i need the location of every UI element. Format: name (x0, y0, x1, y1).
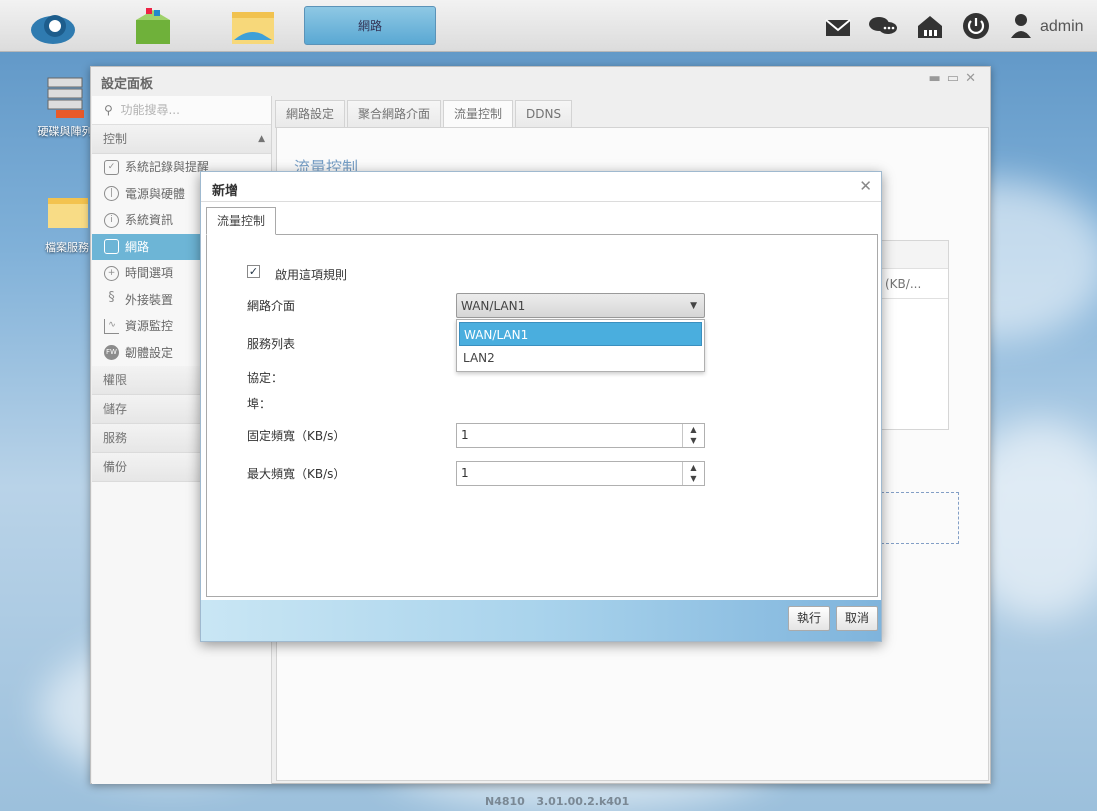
dialog-title-bar (201, 172, 881, 202)
chevron-up-icon[interactable]: ▲ (683, 424, 704, 435)
enable-rule-label: 啟用這項規則 (275, 268, 348, 282)
mail-icon[interactable] (824, 12, 852, 40)
storage-icon (47, 77, 84, 118)
firmware-version: N4810 3.01.00.2.k401 (485, 795, 629, 808)
fixed-bandwidth-label: 固定頻寬（KB/s） (247, 429, 346, 443)
stepper-buttons[interactable]: ▲ ▼ (682, 424, 704, 447)
dialog-body: ✓ 啟用這項規則 網路介面 WAN/LAN1 ▼ WAN/LAN1 LAN2 服… (206, 234, 878, 597)
fixed-bandwidth-stepper[interactable]: 1 ▲ ▼ (456, 423, 705, 448)
interface-select-value: WAN/LAN1 (461, 299, 526, 313)
service-list-label: 服務列表 (247, 337, 296, 351)
chevron-up-icon[interactable]: ▲ (683, 462, 704, 473)
taskbar-tab-network[interactable]: 網路 (304, 6, 436, 45)
interface-select[interactable]: WAN/LAN1 ▼ (456, 293, 705, 318)
top-taskbar: 網路 admin (0, 0, 1097, 52)
add-rule-dialog: 新增 ✕ 流量控制 ✓ 啟用這項規則 網路介面 WAN/LAN1 ▼ WAN/L… (200, 171, 882, 642)
stepper-buttons[interactable]: ▲ ▼ (682, 462, 704, 485)
chevron-down-icon: ▼ (690, 301, 697, 311)
enable-rule-checkbox[interactable]: ✓ (247, 265, 260, 278)
max-bandwidth-label: 最大頻寬（KB/s） (247, 467, 346, 481)
chevron-down-icon[interactable]: ▼ (683, 473, 704, 484)
dialog-tab-traffic-control[interactable]: 流量控制 (206, 207, 277, 235)
chevron-down-icon[interactable]: ▼ (683, 435, 704, 446)
close-icon[interactable]: ✕ (859, 177, 872, 195)
dropdown-option-lan2[interactable]: LAN2 (459, 346, 702, 370)
dialog-footer: 執行 取消 (201, 600, 881, 641)
dialog-title: 新增 (212, 184, 239, 199)
username-label[interactable]: admin (1040, 18, 1084, 36)
chat-icon[interactable] (868, 12, 897, 40)
folder-icon (48, 198, 88, 228)
version-label: 3.01.00.2.k401 (536, 795, 630, 808)
model-label: N4810 (485, 795, 525, 808)
max-bandwidth-value: 1 (461, 466, 469, 480)
file-manager-icon[interactable] (228, 4, 278, 48)
cloud-icon[interactable] (28, 4, 78, 48)
network-map-icon[interactable] (916, 12, 944, 40)
interface-dropdown: WAN/LAN1 LAN2 (456, 319, 705, 372)
dropdown-option-wan-lan1[interactable]: WAN/LAN1 (459, 322, 702, 346)
execute-button[interactable]: 執行 (788, 606, 831, 631)
cancel-button[interactable]: 取消 (836, 606, 879, 631)
interface-label: 網路介面 (247, 299, 296, 313)
max-bandwidth-stepper[interactable]: 1 ▲ ▼ (456, 461, 705, 486)
app-center-icon[interactable] (128, 4, 178, 48)
user-icon[interactable] (1010, 12, 1038, 40)
port-label: 埠： (247, 397, 272, 411)
power-icon[interactable] (962, 12, 990, 40)
protocol-label: 協定： (247, 371, 284, 385)
fixed-bandwidth-value: 1 (461, 428, 469, 442)
